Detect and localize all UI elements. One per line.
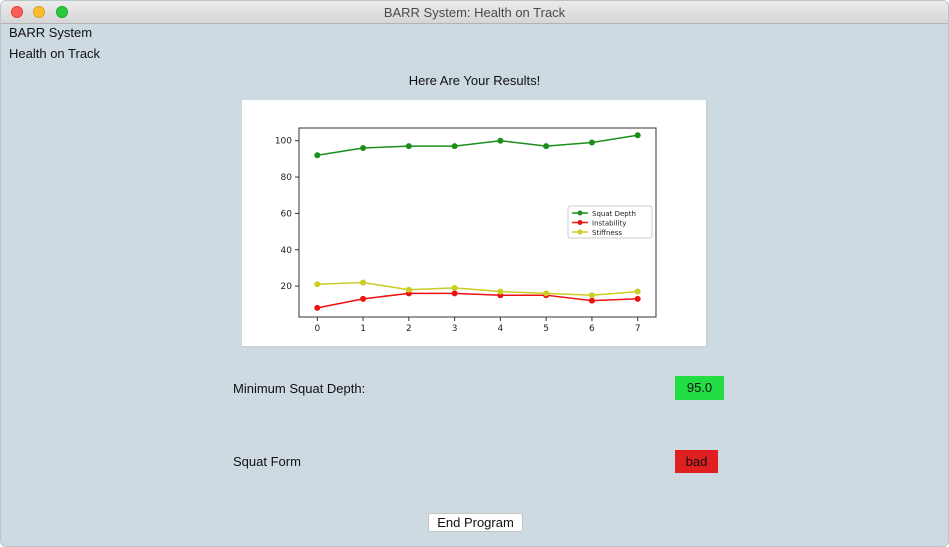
data-point [451, 284, 458, 291]
data-point [314, 152, 321, 159]
data-point [360, 279, 367, 286]
data-point [405, 143, 412, 150]
data-point [588, 292, 595, 299]
squat-form-label: Squat Form [233, 454, 301, 469]
data-point [451, 143, 458, 150]
legend-marker [577, 220, 583, 225]
x-tick-label: 2 [406, 324, 412, 334]
legend-marker [577, 210, 583, 216]
min-depth-label: Minimum Squat Depth: [233, 381, 366, 396]
legend-label: Stiffness [592, 229, 622, 237]
data-point [360, 144, 367, 151]
data-point [497, 288, 504, 295]
data-point [634, 132, 641, 139]
squat-form-value: bad [675, 450, 718, 473]
min-depth-value: 95.0 [675, 376, 724, 400]
x-tick-label: 7 [635, 324, 641, 334]
data-point [405, 286, 412, 293]
title-bar: BARR System: Health on Track [1, 1, 948, 24]
data-point [588, 297, 595, 304]
data-point [497, 137, 504, 144]
legend-label: Instability [592, 220, 626, 228]
window-title: BARR System: Health on Track [383, 5, 566, 20]
data-point [543, 290, 550, 297]
y-tick-label: 100 [275, 137, 292, 147]
legend-label: Squat Depth [592, 210, 636, 218]
x-tick-label: 0 [314, 324, 320, 334]
data-point [634, 288, 641, 295]
y-tick-label: 20 [281, 282, 293, 292]
x-tick-label: 4 [498, 324, 504, 334]
x-tick-label: 3 [452, 324, 458, 334]
line-chart: 20 40 60 80 100 0 1 2 3 4 5 6 7 Squat Depth Instabilit… [275, 127, 657, 334]
data-point [314, 281, 321, 288]
y-tick-label: 60 [281, 209, 293, 219]
x-tick-label: 1 [360, 324, 366, 334]
results-chart: 20 40 60 80 100 0 1 2 3 4 5 6 7 Squat Depth Instabilit… [242, 100, 708, 348]
data-point [634, 295, 641, 302]
x-tick-label: 5 [543, 324, 549, 334]
legend-marker [577, 229, 583, 235]
tagline-label: Health on Track [9, 46, 101, 61]
x-tick-label: 6 [589, 324, 595, 334]
data-point [588, 139, 595, 146]
end-program-button[interactable]: End Program [428, 513, 523, 532]
results-heading: Here Are Your Results! [408, 73, 541, 88]
app-name-label: BARR System [9, 25, 93, 40]
app-window: BARR System: Health on Track BARR System… [0, 0, 949, 547]
data-point [543, 143, 550, 150]
data-point [451, 290, 458, 297]
y-tick-label: 40 [281, 246, 293, 256]
y-tick-label: 80 [281, 173, 293, 183]
series-line [317, 134, 638, 157]
data-point [360, 295, 367, 302]
data-point [314, 304, 321, 311]
